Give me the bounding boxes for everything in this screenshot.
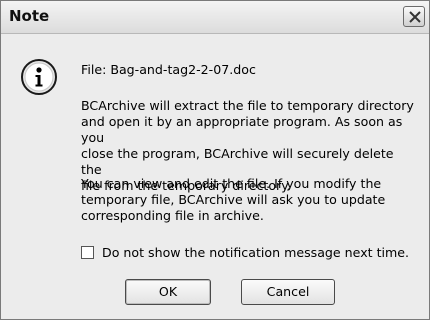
ok-button[interactable]: OK [125,279,211,305]
dialog-title: Note [9,7,50,25]
dont-show-again-option[interactable]: Do not show the notification message nex… [81,244,409,260]
close-x-icon [409,11,421,23]
cancel-button[interactable]: Cancel [241,279,335,305]
edit-info-paragraph: You can view and edit the file. If you m… [81,176,416,224]
paragraph-line: and open it by an appropriate program. A… [81,114,403,145]
note-dialog-window: Note File: Bag-and-tag2-2-07.doc BCArchi… [0,0,430,320]
title-bar[interactable]: Note [1,1,429,34]
dont-show-again-checkbox[interactable] [81,245,94,259]
paragraph-line: temporary file, BCArchive will ask you t… [81,192,386,207]
paragraph-line: BCArchive will extract the file to tempo… [81,98,414,113]
close-button[interactable] [403,6,425,27]
paragraph-line: You can view and edit the file. If you m… [81,176,382,191]
paragraph-line: corresponding file in archive. [81,208,264,223]
paragraph-line: close the program, BCArchive will secure… [81,146,394,177]
info-icon [21,59,57,95]
file-name-text: File: Bag-and-tag2-2-07.doc [81,62,256,77]
dont-show-again-label[interactable]: Do not show the notification message nex… [102,245,409,260]
